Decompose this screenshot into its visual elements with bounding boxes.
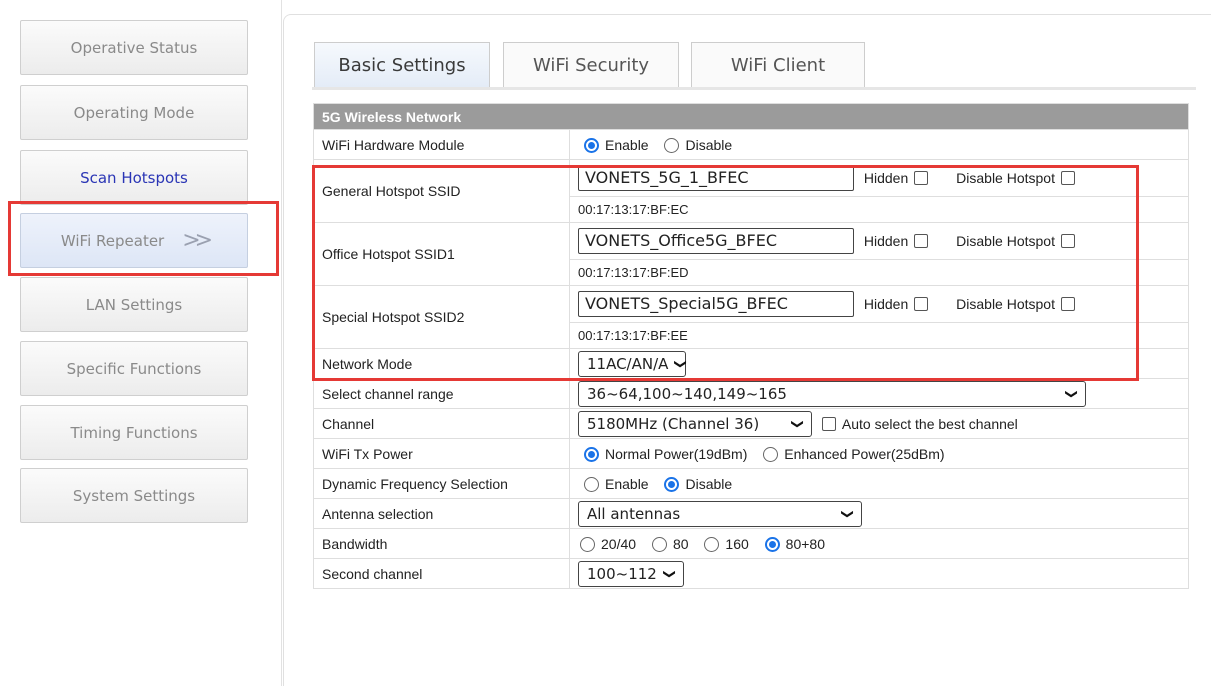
general-hidden-checkbox[interactable] xyxy=(914,171,929,185)
highlight-box-wifi-repeater xyxy=(8,201,279,276)
general-ssid-input[interactable]: VONETS_5G_1_BFEC xyxy=(578,165,854,191)
row-hardware-module: WiFi Hardware Module Enable Disable xyxy=(313,129,1189,160)
row-general-ssid: General Hotspot SSID VONETS_5G_1_BFEC Hi… xyxy=(313,159,1189,223)
antenna-select[interactable]: All antennas ❯ xyxy=(578,500,862,527)
special-hidden-checkbox[interactable] xyxy=(914,297,929,311)
row-tx-power: WiFi Tx Power Normal Power(19dBm) Enhanc… xyxy=(313,438,1189,469)
chevron-down-icon: ❯ xyxy=(790,418,805,429)
radio-bw-20-40[interactable] xyxy=(580,536,595,552)
general-disable-hotspot-checkbox[interactable] xyxy=(1060,171,1075,185)
sidebar: Operative Status Operating Mode Scan Hot… xyxy=(0,0,282,686)
row-channel: Channel 5180MHz (Channel 36) ❯ Auto selec… xyxy=(313,408,1189,439)
tab-wifi-security[interactable]: WiFi Security xyxy=(503,42,679,88)
row-special-ssid: Special Hotspot SSID2 VONETS_Special5G_B… xyxy=(313,285,1189,349)
main-panel: Basic Settings WiFi Security WiFi Client… xyxy=(283,14,1211,686)
radio-normal-power[interactable] xyxy=(584,446,599,462)
nav-system-settings[interactable]: System Settings xyxy=(20,468,248,523)
row-office-ssid: Office Hotspot SSID1 VONETS_Office5G_BFE… xyxy=(313,222,1189,286)
office-disable-hotspot-checkbox[interactable] xyxy=(1060,234,1075,248)
auto-channel-checkbox[interactable] xyxy=(821,416,836,431)
channel-select[interactable]: 5180MHz (Channel 36) ❯ xyxy=(578,410,812,437)
radio-dfs-enable[interactable] xyxy=(584,476,599,492)
special-ssid-input[interactable]: VONETS_Special5G_BFEC xyxy=(578,291,854,317)
row-channel-range: Select channel range 36~64,100~140,149~1… xyxy=(313,378,1189,409)
radio-hardware-enable[interactable] xyxy=(584,137,599,153)
nav-specific-functions[interactable]: Specific Functions xyxy=(20,341,248,396)
chevron-down-icon: ❯ xyxy=(674,358,689,369)
nav-lan-settings[interactable]: LAN Settings xyxy=(20,277,248,332)
chevron-down-icon: ❯ xyxy=(662,568,677,579)
nav-timing-functions[interactable]: Timing Functions xyxy=(20,405,248,460)
radio-bw-80-80[interactable] xyxy=(764,536,780,552)
office-ssid-input[interactable]: VONETS_Office5G_BFEC xyxy=(578,228,854,254)
tab-wifi-client[interactable]: WiFi Client xyxy=(691,42,865,88)
row-second-channel: Second channel 100~112 ❯ xyxy=(313,558,1189,589)
row-network-mode: Network Mode 11AC/AN/A ❯ xyxy=(313,348,1189,379)
row-antenna: Antenna selection All antennas ❯ xyxy=(313,498,1189,529)
chevron-down-icon: ❯ xyxy=(1064,388,1079,399)
row-bandwidth: Bandwidth 20/40 80 160 80+80 xyxy=(313,528,1189,559)
radio-bw-80[interactable] xyxy=(651,536,667,552)
radio-enhanced-power[interactable] xyxy=(763,446,779,462)
channel-range-select[interactable]: 36~64,100~140,149~165 ❯ xyxy=(578,380,1086,407)
nav-scan-hotspots[interactable]: Scan Hotspots xyxy=(20,150,248,205)
special-disable-hotspot-checkbox[interactable] xyxy=(1060,297,1075,311)
network-mode-select[interactable]: 11AC/AN/A ❯ xyxy=(578,350,689,377)
nav-operative-status[interactable]: Operative Status xyxy=(20,20,248,75)
radio-hardware-disable[interactable] xyxy=(664,137,680,153)
radio-dfs-disable[interactable] xyxy=(664,476,680,492)
office-hidden-checkbox[interactable] xyxy=(914,234,929,248)
chevron-down-icon: ❯ xyxy=(840,508,855,519)
nav-operating-mode[interactable]: Operating Mode xyxy=(20,85,248,140)
settings-table: 5G Wireless Network WiFi Hardware Module… xyxy=(313,103,1189,589)
row-dfs: Dynamic Frequency Selection Enable Disab… xyxy=(313,468,1189,499)
tab-divider xyxy=(312,87,1196,90)
section-header: 5G Wireless Network xyxy=(313,103,1189,130)
second-channel-select[interactable]: 100~112 ❯ xyxy=(578,560,684,587)
tab-basic-settings[interactable]: Basic Settings xyxy=(314,42,490,88)
radio-bw-160[interactable] xyxy=(704,536,720,552)
